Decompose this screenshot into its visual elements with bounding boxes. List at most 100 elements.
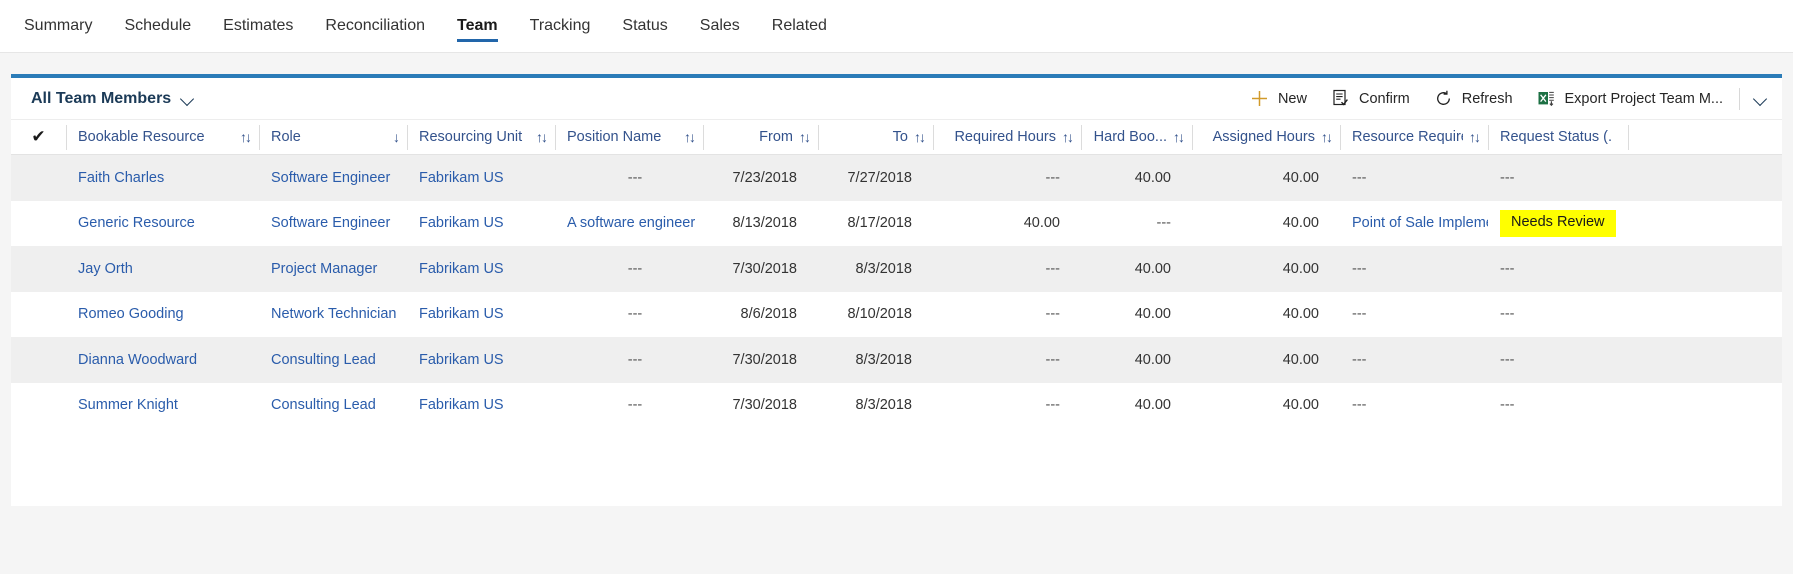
refresh-button[interactable]: Refresh <box>1422 80 1525 118</box>
cell-resourcing-unit[interactable]: Fabrikam US <box>407 383 555 429</box>
tab-related[interactable]: Related <box>756 0 843 52</box>
cell-resourcing-unit[interactable]: Fabrikam US <box>407 337 555 383</box>
cell-resource-requirement: --- <box>1340 383 1488 429</box>
confirm-checklist-icon <box>1331 89 1350 108</box>
tab-label: Tracking <box>529 17 591 34</box>
column-header-role[interactable]: Role ↓ <box>259 120 407 155</box>
cell-role[interactable]: Consulting Lead <box>259 337 407 383</box>
tab-reconciliation[interactable]: Reconciliation <box>309 0 441 52</box>
row-select-checkbox[interactable] <box>11 201 66 247</box>
cell-assigned-hours: 40.00 <box>1192 383 1340 429</box>
cell-text: Romeo Gooding <box>78 306 184 323</box>
cell-bookable-resource[interactable]: Summer Knight <box>66 383 259 429</box>
cell-bookable-resource[interactable]: Jay Orth <box>66 246 259 292</box>
cell-bookable-resource[interactable]: Dianna Woodward <box>66 337 259 383</box>
cell-text: Dianna Woodward <box>78 351 198 368</box>
cell-text: 40.00 <box>1282 306 1319 323</box>
column-header-to[interactable]: To ↑↓ <box>818 120 933 155</box>
row-select-checkbox[interactable] <box>11 292 66 338</box>
column-sort-icon[interactable]: ↑↓ <box>1315 129 1340 145</box>
command-bar-overflow-button[interactable] <box>1744 80 1778 118</box>
cell-text: 40.00 <box>1282 397 1319 414</box>
column-sort-icon[interactable]: ↑↓ <box>1056 129 1081 145</box>
cell-resource-requirement[interactable]: Point of Sale Impleme... <box>1340 201 1488 247</box>
tab-summary[interactable]: Summary <box>8 0 108 52</box>
column-sort-icon[interactable]: ↑↓ <box>1463 129 1488 145</box>
cell-role[interactable]: Network Technician <box>259 292 407 338</box>
cell-text: --- <box>1045 306 1061 323</box>
column-header-from[interactable]: From ↑↓ <box>703 120 818 155</box>
cell-text: 40.00 <box>1134 169 1171 186</box>
column-header-resourcing-unit[interactable]: Resourcing Unit ↑↓ <box>407 120 555 155</box>
row-select-checkbox[interactable] <box>11 383 66 429</box>
cell-text: Software Engineer <box>271 215 391 232</box>
new-button[interactable]: New <box>1238 80 1319 118</box>
cell-role[interactable]: Project Manager <box>259 246 407 292</box>
cell-role[interactable]: Software Engineer <box>259 201 407 247</box>
cell-resourcing-unit[interactable]: Fabrikam US <box>407 292 555 338</box>
cell-text: Summer Knight <box>78 397 178 414</box>
cell-resourcing-unit[interactable]: Fabrikam US <box>407 155 555 201</box>
column-header-bookable-resource[interactable]: Bookable Resource ↑↓ <box>66 120 259 155</box>
cell-resourcing-unit[interactable]: Fabrikam US <box>407 246 555 292</box>
column-header-required-hours[interactable]: Required Hours ↑↓ <box>933 120 1081 155</box>
tab-label: Status <box>622 17 668 34</box>
cell-assigned-hours: 40.00 <box>1192 201 1340 247</box>
cell-bookable-resource[interactable]: Faith Charles <box>66 155 259 201</box>
tab-sales[interactable]: Sales <box>684 0 756 52</box>
row-select-checkbox[interactable] <box>11 337 66 383</box>
cell-to: 8/3/2018 <box>818 337 933 383</box>
tab-team[interactable]: Team <box>441 0 514 52</box>
checkmark-icon: ✔ <box>31 127 46 146</box>
cell-text: 7/30/2018 <box>732 351 797 368</box>
row-select-checkbox[interactable] <box>11 155 66 201</box>
table-row[interactable]: Summer Knight Consulting Lead Fabrikam US -… <box>11 383 1782 429</box>
cell-text: --- <box>1045 260 1061 277</box>
column-sort-icon[interactable]: ↑↓ <box>234 129 259 145</box>
cell-position-name: --- <box>555 155 703 201</box>
select-all-checkbox[interactable]: ✔ <box>11 120 66 155</box>
column-header-label: To <box>892 129 908 145</box>
cell-text: 40.00 <box>1134 397 1171 414</box>
column-sort-icon[interactable]: ↑↓ <box>530 129 555 145</box>
excel-export-icon <box>1537 89 1556 108</box>
cell-position-name[interactable]: A software engineer <box>555 201 703 247</box>
table-row[interactable]: Generic Resource Software Engineer Fabrika… <box>11 201 1782 247</box>
column-header-resource-require[interactable]: Resource Require...↑↓ <box>1340 120 1488 155</box>
cell-text: --- <box>627 169 643 186</box>
table-row[interactable]: Dianna Woodward Consulting Lead Fabrikam U… <box>11 337 1782 383</box>
confirm-button[interactable]: Confirm <box>1319 80 1422 118</box>
cell-text: --- <box>1352 397 1367 414</box>
tab-label: Sales <box>699 17 740 34</box>
column-header-position-name[interactable]: Position Name ↑↓ <box>555 120 703 155</box>
column-sort-icon[interactable]: ↓ <box>387 129 407 145</box>
tab-tracking[interactable]: Tracking <box>514 0 607 52</box>
table-row[interactable]: Jay Orth Project Manager Fabrikam US --- 7/3… <box>11 246 1782 292</box>
cell-resourcing-unit[interactable]: Fabrikam US <box>407 201 555 247</box>
export-project-team-button[interactable]: Export Project Team M... <box>1525 80 1735 118</box>
cell-text: --- <box>1352 306 1367 323</box>
cell-resource-requirement: --- <box>1340 337 1488 383</box>
table-row[interactable]: Romeo Gooding Network Technician Fabrikam … <box>11 292 1782 338</box>
cell-bookable-resource[interactable]: Romeo Gooding <box>66 292 259 338</box>
column-header-request-status[interactable]: Request Status (... <box>1488 120 1628 155</box>
cell-role[interactable]: Consulting Lead <box>259 383 407 429</box>
cell-required-hours: --- <box>933 246 1081 292</box>
cell-text: --- <box>627 260 643 277</box>
column-sort-icon[interactable]: ↑↓ <box>1167 129 1192 145</box>
cell-text: --- <box>1045 397 1061 414</box>
tab-schedule[interactable]: Schedule <box>108 0 207 52</box>
tab-estimates[interactable]: Estimates <box>207 0 309 52</box>
column-sort-icon[interactable]: ↑↓ <box>678 129 703 145</box>
cell-bookable-resource[interactable]: Generic Resource <box>66 201 259 247</box>
row-select-checkbox[interactable] <box>11 246 66 292</box>
view-selector[interactable]: All Team Members <box>23 86 203 112</box>
cell-assigned-hours: 40.00 <box>1192 292 1340 338</box>
tab-status[interactable]: Status <box>606 0 683 52</box>
column-header-assigned-hours[interactable]: Assigned Hours ↑↓ <box>1192 120 1340 155</box>
table-row[interactable]: Faith Charles Software Engineer Fabrikam U… <box>11 155 1782 201</box>
cell-role[interactable]: Software Engineer <box>259 155 407 201</box>
column-sort-icon[interactable]: ↑↓ <box>908 129 933 145</box>
column-header-hard-boo[interactable]: Hard Boo... ↑↓ <box>1081 120 1192 155</box>
column-sort-icon[interactable]: ↑↓ <box>793 129 818 145</box>
